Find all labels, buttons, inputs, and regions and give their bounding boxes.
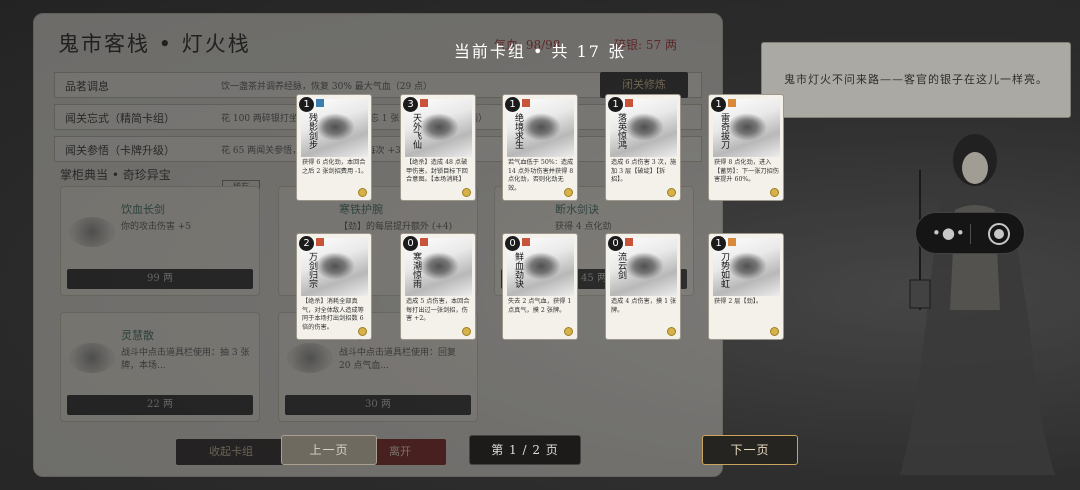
- coin-icon: [667, 188, 676, 197]
- card-desc: 获得 2 层【劲】。: [714, 298, 763, 305]
- deck-card[interactable]: 3 天外飞仙【绝杀】造成 48 点破甲伤害，封锁目标下回合意图。【本场消耗】: [400, 94, 476, 201]
- card-desc: 获得 8 点化劲，进入【蓄势】：下一张刀招伤害提升 60%。: [714, 159, 779, 183]
- coin-icon: [462, 188, 471, 197]
- prev-page-button[interactable]: 上一页: [281, 435, 377, 465]
- deck-card[interactable]: 1 落英惊鸿造成 6 点伤害 3 次，施加 3 层【破绽】【拆招】。: [605, 94, 681, 201]
- card-cost: 0: [403, 236, 418, 251]
- card-cost: 2: [299, 236, 314, 251]
- card-type-tag: [625, 99, 633, 107]
- card-name: 刀势如虹: [719, 252, 729, 288]
- card-name: 鲜血劲诀: [513, 252, 523, 288]
- card-desc: 造成 4 点伤害，摸 1 张牌。: [611, 298, 677, 314]
- card-type-tag: [625, 238, 633, 246]
- card-name: 寒潮惊雨: [411, 252, 421, 288]
- card-cost: 1: [505, 97, 520, 112]
- coin-icon: [770, 188, 779, 197]
- card-name: 天外飞仙: [411, 113, 421, 149]
- card-cost: 1: [608, 97, 623, 112]
- card-type-tag: [522, 238, 530, 246]
- card-type-tag: [728, 238, 736, 246]
- card-type-tag: [420, 238, 428, 246]
- card-type-tag: [420, 99, 428, 107]
- coin-icon: [667, 327, 676, 336]
- deck-card[interactable]: 0 鲜血劲诀失去 2 点气血，获得 1 点真气，摸 2 张牌。: [502, 233, 578, 340]
- card-type-tag: [522, 99, 530, 107]
- next-page-button[interactable]: 下一页: [702, 435, 798, 465]
- card-type-tag: [316, 238, 324, 246]
- card-name: 绝境求生: [513, 113, 523, 149]
- card-cost: 1: [299, 97, 314, 112]
- deck-card[interactable]: 0 寒潮惊雨造成 5 点伤害，本回合每打出过一张剑招，伤害 +2。: [400, 233, 476, 340]
- coin-icon: [358, 188, 367, 197]
- coin-icon: [770, 327, 779, 336]
- card-name: 万剑归宗: [307, 252, 317, 288]
- card-cost: 3: [403, 97, 418, 112]
- card-desc: 若气血低于 50%：造成 14 点外功伤害并获得 8 点化劲，否则化劲无效。: [508, 159, 574, 192]
- card-name: 雷奇拔刀: [719, 113, 729, 149]
- deck-card[interactable]: 1 刀势如虹获得 2 层【劲】。: [708, 233, 784, 340]
- deck-card[interactable]: 1 绝境求生若气血低于 50%：造成 14 点外功伤害并获得 8 点化劲，否则化劲…: [502, 94, 578, 201]
- deck-card[interactable]: 1 雷奇拔刀获得 8 点化劲，进入【蓄势】：下一张刀招伤害提升 60%。: [708, 94, 784, 201]
- card-name: 落英惊鸿: [616, 113, 626, 149]
- coin-icon: [358, 327, 367, 336]
- card-desc: 造成 6 点伤害 3 次，施加 3 层【破绽】【拆招】。: [611, 159, 677, 183]
- card-name: 残影剑步: [307, 113, 317, 149]
- card-cost: 0: [505, 236, 520, 251]
- card-type-tag: [728, 99, 736, 107]
- deck-title: 当前卡组 • 共 17 张: [453, 42, 627, 61]
- card-desc: 【绝杀】消耗全部真气，对全体敌人造成等同于本场打出剑招数 6 倍的伤害。: [302, 298, 364, 331]
- deck-card[interactable]: 2 万剑归宗【绝杀】消耗全部真气，对全体敌人造成等同于本场打出剑招数 6 倍的伤害…: [296, 233, 372, 340]
- card-type-tag: [316, 99, 324, 107]
- card-desc: 造成 5 点伤害，本回合每打出过一张剑招，伤害 +2。: [406, 298, 470, 322]
- card-desc: 【绝杀】造成 48 点破甲伤害，封锁目标下回合意图。【本场消耗】: [406, 159, 468, 183]
- coin-icon: [564, 327, 573, 336]
- deck-card[interactable]: 0 流云剑造成 4 点伤害，摸 1 张牌。: [605, 233, 681, 340]
- card-cost: 1: [711, 97, 726, 112]
- coin-icon: [462, 327, 471, 336]
- card-name: 流云剑: [616, 252, 626, 279]
- deck-card[interactable]: 1 残影剑步获得 6 点化劲，本回合之后 2 张剑招费用 -1。: [296, 94, 372, 201]
- card-cost: 0: [608, 236, 623, 251]
- card-cost: 1: [711, 236, 726, 251]
- card-desc: 获得 6 点化劲，本回合之后 2 张剑招费用 -1。: [302, 159, 368, 175]
- coin-icon: [564, 188, 573, 197]
- card-desc: 失去 2 点气血，获得 1 点真气，摸 2 张牌。: [508, 298, 572, 314]
- page-indicator: 第 1 / 2 页: [469, 435, 581, 465]
